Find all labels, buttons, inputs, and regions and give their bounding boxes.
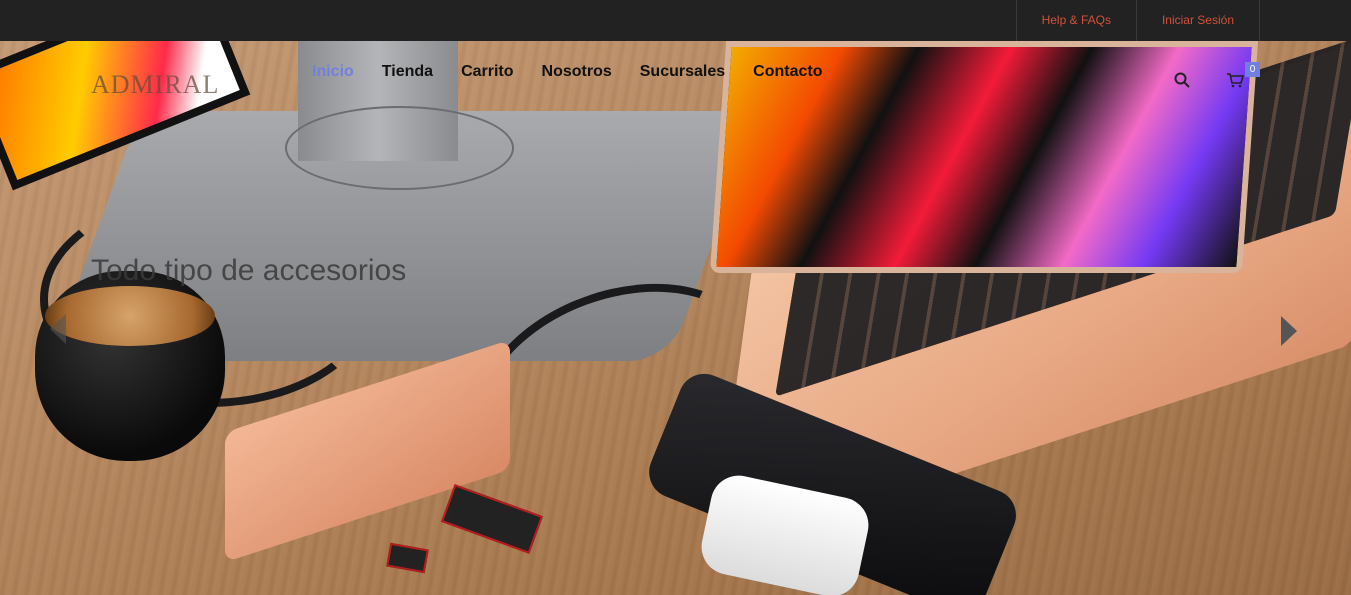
top-bar-links: Help & FAQs Iniciar Sesión [1015, 0, 1260, 41]
search-icon[interactable] [1174, 72, 1190, 88]
nav-item-sucursales[interactable]: Sucursales [640, 63, 725, 81]
nav-item-tienda[interactable]: Tienda [382, 63, 433, 81]
login-link[interactable]: Iniciar Sesión [1135, 0, 1260, 41]
hero-slider [0, 41, 1351, 595]
site-logo[interactable]: ADMIRAL [91, 70, 219, 100]
nav-item-nosotros[interactable]: Nosotros [542, 63, 612, 81]
nav-item-carrito[interactable]: Carrito [461, 63, 513, 81]
cart-count-badge: 0 [1245, 62, 1260, 77]
nav-item-contacto[interactable]: Contacto [753, 63, 822, 81]
nav-item-inicio[interactable]: Inicio [312, 63, 354, 81]
main-nav: Inicio Tienda Carrito Nosotros Sucursale… [312, 63, 850, 81]
chevron-right-icon[interactable] [1281, 316, 1297, 351]
slide-caption: Todo tipo de accesorios [91, 254, 407, 287]
chevron-left-icon[interactable] [50, 314, 66, 349]
cart-icon[interactable] [1226, 72, 1245, 88]
coffee-image [45, 286, 215, 346]
top-bar: Help & FAQs Iniciar Sesión [0, 0, 1351, 42]
help-faqs-link[interactable]: Help & FAQs [1015, 0, 1136, 41]
monitor-ring-image [285, 106, 514, 190]
